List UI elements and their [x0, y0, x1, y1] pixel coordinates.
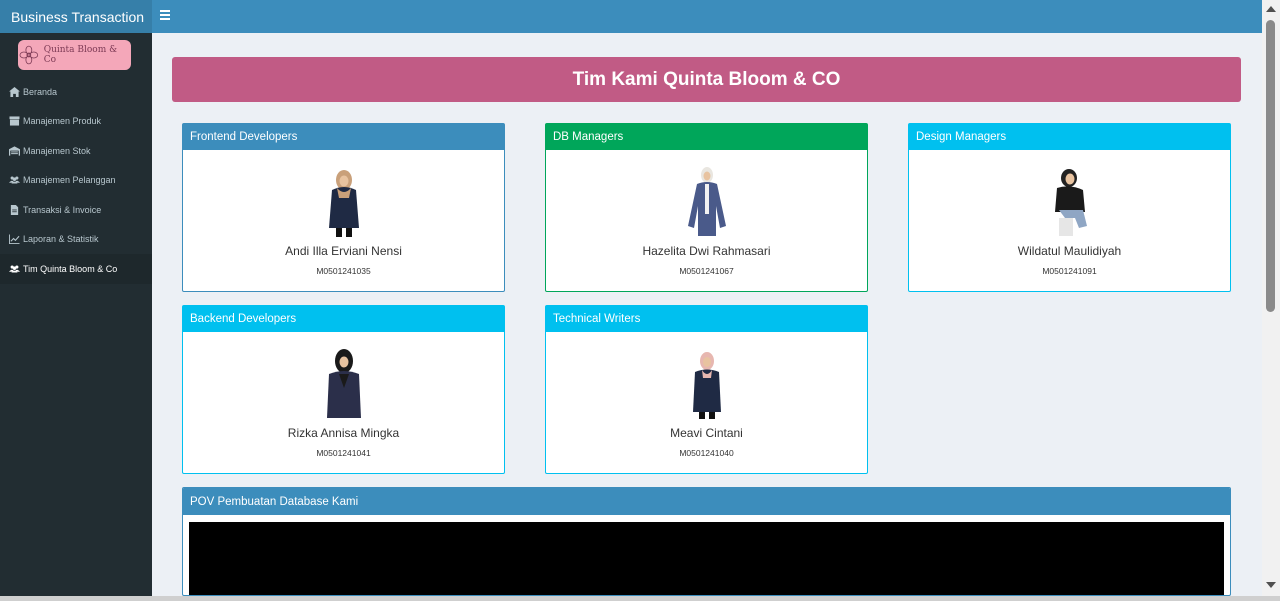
sidebar-item-label: Laporan & Statistik [23, 234, 99, 245]
member-name: Hazelita Dwi Rahmasari [642, 244, 771, 258]
sidebar-item-tim-quinta-bloom[interactable]: Tim Quinta Bloom & Co [0, 254, 152, 284]
member-id: M0501241040 [679, 448, 734, 458]
sidebar-item-label: Tim Quinta Bloom & Co [23, 263, 118, 274]
card-title: Technical Writers [546, 306, 867, 332]
card-title: Backend Developers [183, 306, 504, 332]
users-icon [9, 265, 20, 273]
sidebar-item-laporan-statistik[interactable]: Laporan & Statistik [0, 225, 152, 255]
card-title: DB Managers [546, 124, 867, 150]
scrollbar[interactable] [1262, 0, 1280, 596]
scroll-down-icon[interactable] [1266, 582, 1276, 588]
team-card-backend: Backend Developers Rizka Annisa Mingka M… [182, 305, 505, 474]
member-id: M0501241091 [1042, 266, 1097, 276]
sidebar-item-transaksi-invoice[interactable]: Transaksi & Invoice [0, 195, 152, 225]
card-title: Design Managers [909, 124, 1230, 150]
member-photo [328, 170, 359, 237]
flower-icon [19, 45, 39, 65]
hamburger-menu-icon[interactable] [160, 10, 170, 22]
scroll-up-icon[interactable] [1266, 6, 1276, 12]
member-name: Wildatul Maulidiyah [1017, 244, 1122, 258]
sidebar-item-label: Manajemen Pelanggan [23, 175, 116, 186]
home-icon [9, 86, 20, 97]
warehouse-icon [9, 146, 20, 156]
member-name: Rizka Annisa Mingka [287, 426, 400, 440]
line-chart-icon [9, 234, 20, 245]
member-photo [326, 349, 361, 418]
archive-icon [9, 116, 20, 126]
users-icon [9, 176, 20, 184]
sidebar-item-label: Manajemen Produk [23, 116, 102, 127]
sidebar-item-beranda[interactable]: Beranda [0, 77, 152, 107]
member-id: M0501241035 [316, 266, 371, 276]
sidebar-item-manajemen-stok[interactable]: Manajemen Stok [0, 136, 152, 166]
member-id: M0501241041 [316, 448, 371, 458]
video-player[interactable] [189, 522, 1224, 595]
window-bottom-edge [0, 596, 1280, 601]
team-card-db: DB Managers Hazelita Dwi Rahmasari M0501… [545, 123, 868, 292]
card-title: Frontend Developers [183, 124, 504, 150]
pov-card: POV Pembuatan Database Kami [182, 487, 1231, 596]
team-card-design: Design Managers Wildatul Maulidiyah M050… [908, 123, 1231, 292]
brand-logo: Quinta Bloom & Co [18, 40, 131, 70]
sidebar-item-manajemen-pelanggan[interactable]: Manajemen Pelanggan [0, 166, 152, 196]
member-name: Meavi Cintani [670, 426, 743, 440]
member-id: M0501241067 [679, 266, 734, 276]
page-title: Tim Kami Quinta Bloom & CO [172, 57, 1241, 102]
team-card-frontend: Frontend Developers Andi Illa Erviani Ne… [182, 123, 505, 292]
team-card-writer: Technical Writers Meavi Cintani M0501241… [545, 305, 868, 474]
member-photo [692, 352, 721, 419]
sidebar-item-manajemen-produk[interactable]: Manajemen Produk [0, 107, 152, 137]
scroll-thumb[interactable] [1266, 20, 1275, 312]
sidebar-item-label: Beranda [23, 86, 58, 97]
card-title: POV Pembuatan Database Kami [183, 488, 1230, 515]
member-photo [687, 167, 726, 236]
sidebar-item-label: Transaksi & Invoice [23, 204, 102, 215]
sidebar-menu: Beranda Manajemen Produk Manajemen Stok … [0, 77, 152, 284]
sidebar-item-label: Manajemen Stok [23, 145, 91, 156]
top-navbar [152, 0, 1262, 33]
file-icon [10, 204, 19, 215]
member-name: Andi Illa Erviani Nensi [285, 244, 402, 258]
sidebar: Quinta Bloom & Co Beranda Manajemen Prod… [0, 33, 152, 596]
app-title[interactable]: Business Transaction [0, 0, 152, 33]
brand-logo-text: Quinta Bloom & Co [43, 45, 118, 65]
member-photo [1054, 169, 1087, 236]
